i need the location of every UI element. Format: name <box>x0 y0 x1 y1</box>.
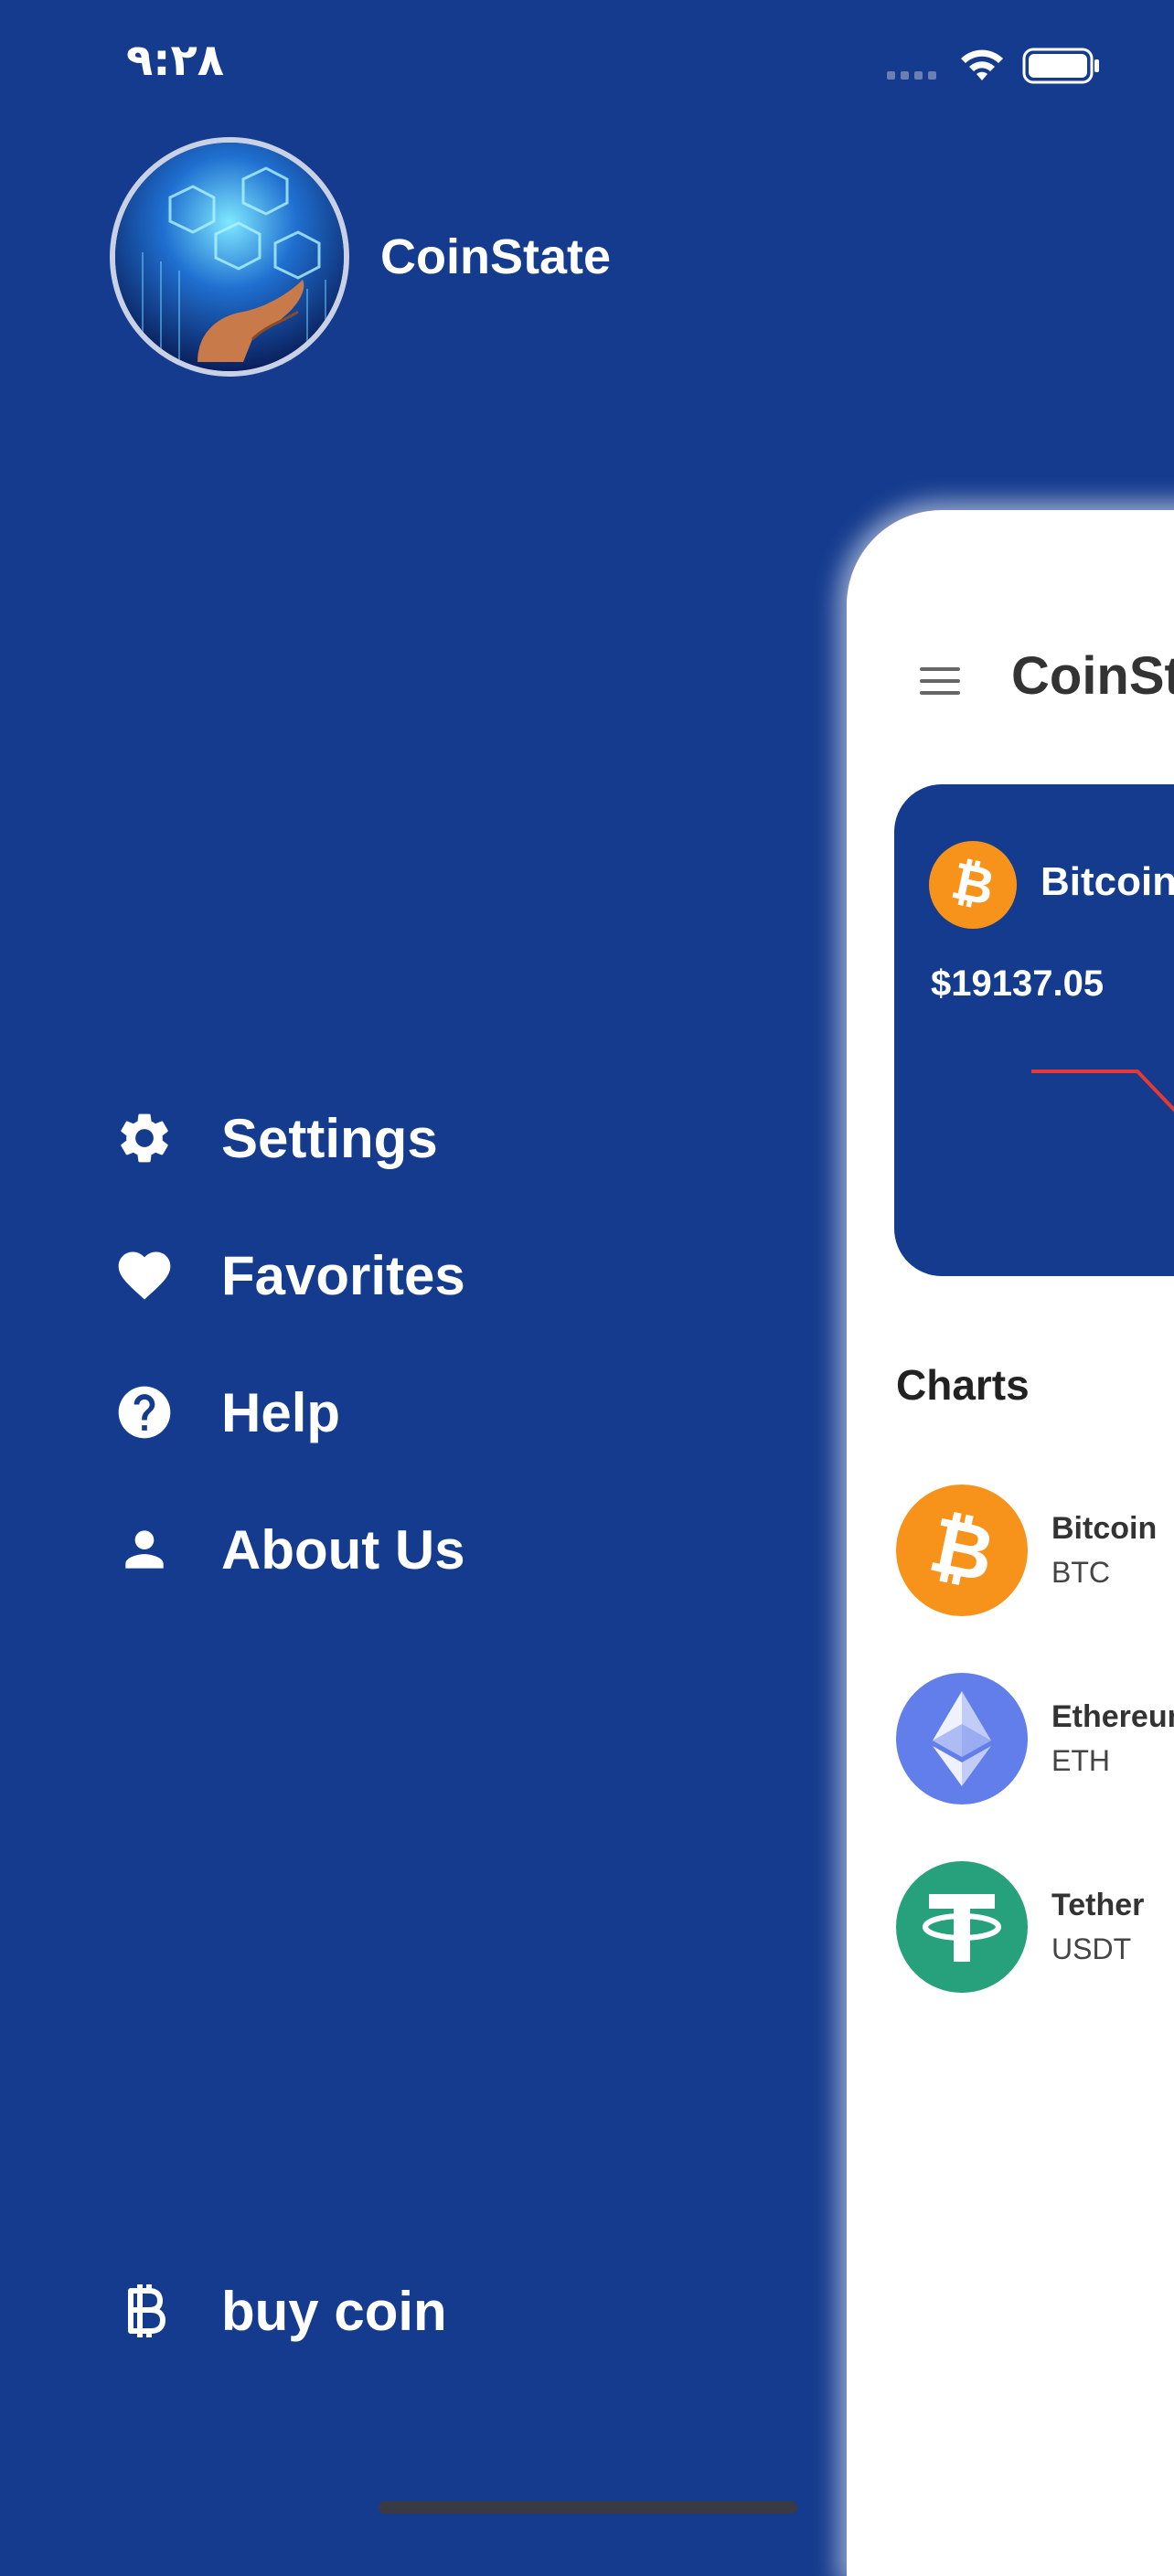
menu-label: Settings <box>221 1107 438 1169</box>
featured-coin-card[interactable]: ₿ Bitcoin $19137.05 <box>894 784 1174 1276</box>
app-name: CoinState <box>380 229 612 284</box>
coin-row-tether[interactable]: Tether USDT <box>896 1861 1144 1993</box>
tether-logo-icon <box>896 1861 1028 1993</box>
gear-icon <box>110 1103 179 1173</box>
bitcoin-logo-icon: ₿ <box>929 841 1017 929</box>
coin-row-bitcoin[interactable]: ₿ Bitcoin BTC <box>896 1485 1157 1616</box>
drawer-menu: Settings Favorites Help About Us <box>110 1070 465 1618</box>
coin-name: Tether <box>1051 1888 1145 1922</box>
battery-icon <box>1022 48 1099 84</box>
hamburger-menu-icon[interactable] <box>918 665 962 697</box>
coin-symbol: USDT <box>1051 1932 1132 1965</box>
status-time: ٩:٢٨ <box>126 35 225 86</box>
drawer-header: CoinState <box>110 137 611 377</box>
bitcoin-logo-icon: ₿ <box>896 1485 1028 1616</box>
card-coin-name: Bitcoin <box>1041 859 1174 904</box>
cellular-signal-icon <box>887 71 936 80</box>
buy-coin-button[interactable]: buy coin <box>110 2242 447 2379</box>
menu-item-settings[interactable]: Settings <box>110 1070 465 1207</box>
menu-item-favorites[interactable]: Favorites <box>110 1207 465 1344</box>
price-sparkline <box>1031 1070 1174 1112</box>
svg-text:₿: ₿ <box>923 1499 1002 1600</box>
coin-name: Bitcoin <box>1051 1511 1158 1546</box>
menu-item-about-us[interactable]: About Us <box>110 1481 465 1618</box>
card-price: $19137.05 <box>931 963 1105 1004</box>
coin-symbol: ETH <box>1051 1744 1110 1777</box>
coin-symbol: BTC <box>1051 1556 1110 1589</box>
avatar <box>110 137 349 377</box>
person-icon <box>110 1515 179 1584</box>
help-icon <box>110 1378 179 1447</box>
bitcoin-icon <box>110 2276 179 2346</box>
heart-icon <box>110 1240 179 1310</box>
charts-heading: Charts <box>896 1361 1030 1409</box>
screen-title: CoinSt <box>1011 646 1174 706</box>
main-screen-preview[interactable]: CoinSt ₿ Bitcoin $19137.05 Charts ₿ Bitc… <box>847 510 1174 2576</box>
coin-name: Ethereum <box>1051 1699 1174 1734</box>
menu-label: About Us <box>221 1518 465 1581</box>
menu-label: Favorites <box>221 1244 465 1306</box>
menu-label: Help <box>221 1381 341 1443</box>
status-bar: ٩:٢٨ <box>0 0 1174 128</box>
buy-coin-label: buy coin <box>221 2280 447 2342</box>
home-indicator[interactable] <box>379 2501 797 2514</box>
coin-row-ethereum[interactable]: Ethereum ETH <box>896 1673 1174 1804</box>
menu-item-help[interactable]: Help <box>110 1344 465 1481</box>
wifi-icon <box>961 49 1003 80</box>
ethereum-logo-icon <box>896 1673 1028 1804</box>
